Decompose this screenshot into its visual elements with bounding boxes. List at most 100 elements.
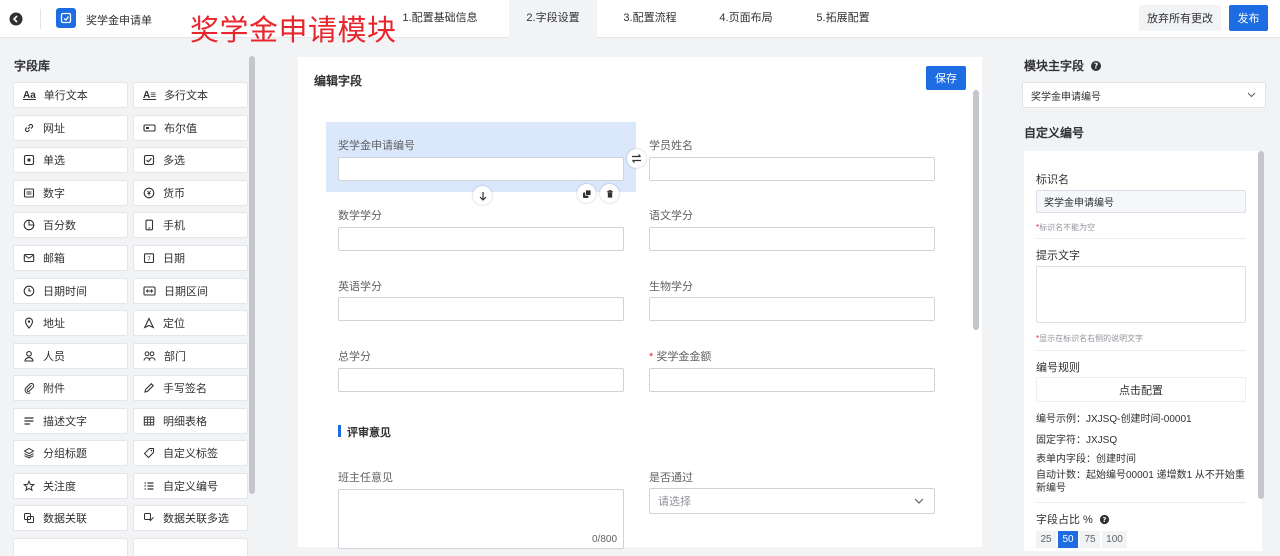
ratio-option-100[interactable]: 100 — [1102, 531, 1127, 548]
section-title-review: 评审意见 — [347, 427, 391, 439]
library-item-attachment[interactable]: 附件 — [13, 375, 128, 401]
app-name: 奖学金申请单 — [86, 15, 152, 27]
library-item-single-text[interactable]: Aa 单行文本 — [13, 82, 128, 108]
ratio-option-25[interactable]: 25 — [1036, 531, 1056, 548]
library-item-department[interactable]: 部门 — [133, 343, 248, 369]
student-name-input[interactable] — [649, 157, 935, 181]
field-label-application-number: 奖学金申请编号 — [338, 140, 415, 152]
ratio-option-75[interactable]: 75 — [1080, 531, 1100, 548]
library-item-datetime[interactable]: 日期时间 — [13, 278, 128, 304]
form-inner-field: 表单内字段：创建时间 — [1036, 454, 1136, 465]
navigation-icon — [143, 317, 155, 329]
discard-changes-button[interactable]: 放弃所有更改 — [1139, 5, 1221, 31]
library-item-address[interactable]: 地址 — [13, 310, 128, 336]
library-item-radio[interactable]: 单选 — [13, 147, 128, 173]
field-label-pass: 是否通过 — [649, 472, 693, 484]
date-icon: 7 — [143, 253, 155, 264]
library-item-number[interactable]: 数字 — [13, 180, 128, 206]
svg-text:?: ? — [1102, 515, 1106, 523]
help-icon[interactable]: ? — [1099, 514, 1110, 525]
step-extension-config[interactable]: 5.拓展配置 — [806, 0, 880, 38]
editor-scrollbar[interactable] — [973, 90, 979, 330]
required-mark: * — [649, 351, 654, 363]
custom-number-title: 自定义编号 — [1024, 126, 1085, 140]
field-label-student-name: 学员姓名 — [649, 140, 693, 152]
field-label-teacher-comment: 班主任意见 — [338, 472, 393, 484]
library-item-partial[interactable] — [13, 538, 128, 556]
back-arrow-icon[interactable] — [8, 11, 24, 27]
library-item-custom-number[interactable]: 自定义编号 — [133, 473, 248, 499]
divider — [1036, 350, 1246, 351]
library-item-partial[interactable] — [133, 538, 248, 556]
application-number-input[interactable] — [338, 157, 624, 181]
library-item-signature[interactable]: 手写签名 — [133, 375, 248, 401]
form-app-icon — [56, 8, 76, 28]
library-item-phone[interactable]: 手机 — [133, 212, 248, 238]
number-icon — [23, 188, 35, 198]
math-credits-input[interactable] — [338, 227, 624, 251]
id-name-input[interactable]: 奖学金申请编号 — [1036, 190, 1246, 213]
step-page-layout[interactable]: 4.页面布局 — [712, 0, 780, 38]
save-button[interactable]: 保存 — [926, 66, 966, 90]
library-item-description[interactable]: 描述文字 — [13, 408, 128, 434]
text-icon: Aa — [23, 89, 36, 101]
move-down-icon[interactable] — [473, 186, 492, 205]
library-item-data-link-multi[interactable]: 数据关联多选 — [133, 505, 248, 531]
delete-icon[interactable] — [600, 184, 619, 203]
divider — [1036, 502, 1246, 503]
right-panel-scrollbar[interactable] — [1258, 151, 1264, 499]
percent-icon — [23, 219, 35, 231]
help-icon[interactable]: ? — [1090, 60, 1102, 72]
prompt-text-label: 提示文字 — [1036, 250, 1080, 262]
ratio-option-50[interactable]: 50 — [1058, 531, 1078, 548]
library-item-positioning[interactable]: 定位 — [133, 310, 248, 336]
library-item-person[interactable]: 人员 — [13, 343, 128, 369]
library-item-data-link[interactable]: 数据关联 — [13, 505, 128, 531]
field-label-math-credits: 数学学分 — [338, 210, 382, 222]
step-configure-flow[interactable]: 3.配置流程 — [613, 0, 687, 38]
teacher-comment-textarea[interactable] — [338, 489, 624, 549]
number-example: 编号示例：JXJSQ-创建时间-00001 — [1036, 414, 1192, 425]
step-field-settings[interactable]: 2.字段设置 — [509, 0, 597, 38]
library-item-date[interactable]: 7 日期 — [133, 245, 248, 271]
library-item-group-title[interactable]: 分组标题 — [13, 440, 128, 466]
header-divider — [40, 9, 41, 29]
biology-credits-input[interactable] — [649, 297, 935, 321]
library-item-url[interactable]: 网址 — [13, 115, 128, 141]
library-item-checkbox[interactable]: 多选 — [133, 147, 248, 173]
library-item-multi-text[interactable]: A≡ 多行文本 — [133, 82, 248, 108]
mail-icon — [23, 253, 35, 263]
library-item-custom-tag[interactable]: 自定义标签 — [133, 440, 248, 466]
library-item-attention[interactable]: 关注度 — [13, 473, 128, 499]
copy-icon[interactable] — [577, 184, 596, 203]
scholarship-amount-input[interactable] — [649, 368, 935, 392]
library-item-email[interactable]: 邮箱 — [13, 245, 128, 271]
library-item-date-range[interactable]: 日期区间 — [133, 278, 248, 304]
chinese-credits-input[interactable] — [649, 227, 935, 251]
prompt-text-textarea[interactable] — [1036, 266, 1246, 323]
library-item-percent[interactable]: 百分数 — [13, 212, 128, 238]
total-credits-input[interactable] — [338, 368, 624, 392]
field-library-scrollbar[interactable] — [249, 56, 255, 494]
english-credits-input[interactable] — [338, 297, 624, 321]
configure-rule-button[interactable]: 点击配置 — [1036, 377, 1246, 402]
main-field-title: 模块主字段 ? — [1024, 57, 1102, 74]
step-basic-info[interactable]: 1.配置基础信息 — [400, 0, 480, 38]
library-item-boolean[interactable]: 布尔值 — [133, 115, 248, 141]
list-number-icon — [144, 482, 154, 490]
boolean-icon — [143, 124, 156, 132]
number-rule-label: 编号规则 — [1036, 362, 1080, 374]
prompt-text-hint: *显示在标识名右侧的说明文字 — [1036, 334, 1144, 343]
svg-text:7: 7 — [147, 257, 151, 263]
main-field-select[interactable]: 奖学金申请编号 — [1022, 82, 1266, 108]
publish-button[interactable]: 发布 — [1229, 5, 1268, 31]
library-item-currency[interactable]: 货币 — [133, 180, 248, 206]
swap-icon[interactable] — [627, 149, 646, 168]
auto-count: 自动计数：起始编号00001 递增数1 从不开始重新编号 — [1036, 470, 1245, 494]
library-item-detail-table[interactable]: 明细表格 — [133, 408, 248, 434]
overlay-title: 奖学金申请模块 — [190, 15, 397, 47]
currency-icon — [143, 187, 155, 199]
field-label-total-credits: 总学分 — [338, 351, 371, 363]
pass-select[interactable]: 请选择 — [649, 488, 935, 514]
chevron-down-icon — [1247, 92, 1256, 98]
